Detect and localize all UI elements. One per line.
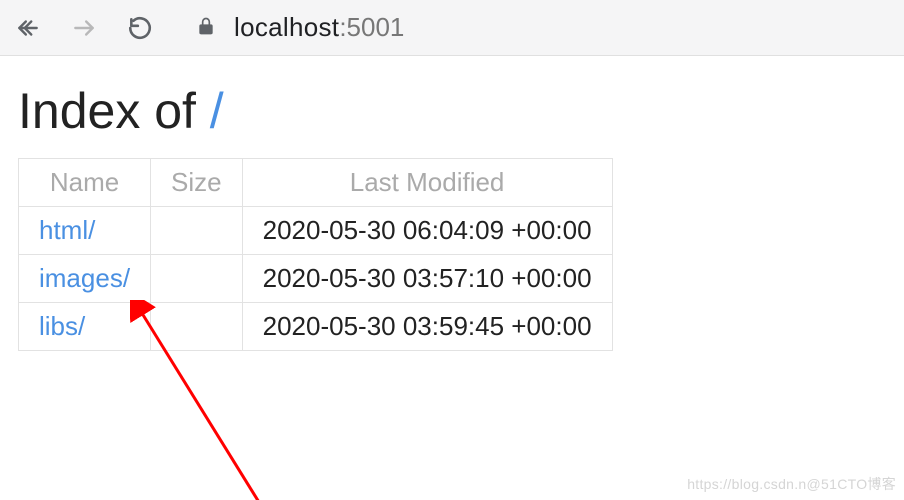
modified-cell: 2020-05-30 03:59:45 +00:00 xyxy=(242,303,612,351)
lock-icon xyxy=(196,12,216,43)
browser-toolbar: localhost:5001 xyxy=(0,0,904,56)
modified-cell: 2020-05-30 03:57:10 +00:00 xyxy=(242,255,612,303)
url-port: :5001 xyxy=(339,12,404,42)
dir-link[interactable]: html/ xyxy=(39,215,95,245)
forward-button[interactable] xyxy=(68,12,100,44)
page-content: Index of / Name Size Last Modified html/… xyxy=(0,56,904,377)
heading-prefix: Index of xyxy=(18,83,210,139)
heading-path: / xyxy=(210,83,224,139)
directory-listing-table: Name Size Last Modified html/ 2020-05-30… xyxy=(18,158,613,351)
size-cell xyxy=(151,303,243,351)
table-row: html/ 2020-05-30 06:04:09 +00:00 xyxy=(19,207,613,255)
dir-link[interactable]: images/ xyxy=(39,263,130,293)
size-cell xyxy=(151,207,243,255)
table-row: images/ 2020-05-30 03:57:10 +00:00 xyxy=(19,255,613,303)
size-cell xyxy=(151,255,243,303)
reload-button[interactable] xyxy=(124,12,156,44)
watermark-text: https://blog.csdn.n@51CTO博客 xyxy=(687,474,896,494)
back-button[interactable] xyxy=(12,12,44,44)
col-name: Name xyxy=(19,159,151,207)
table-row: libs/ 2020-05-30 03:59:45 +00:00 xyxy=(19,303,613,351)
url-host: localhost xyxy=(234,12,339,42)
col-size: Size xyxy=(151,159,243,207)
dir-link[interactable]: libs/ xyxy=(39,311,85,341)
modified-cell: 2020-05-30 06:04:09 +00:00 xyxy=(242,207,612,255)
page-title: Index of / xyxy=(18,82,886,140)
col-modified: Last Modified xyxy=(242,159,612,207)
url-text: localhost:5001 xyxy=(234,12,404,43)
address-bar[interactable]: localhost:5001 xyxy=(180,12,892,43)
